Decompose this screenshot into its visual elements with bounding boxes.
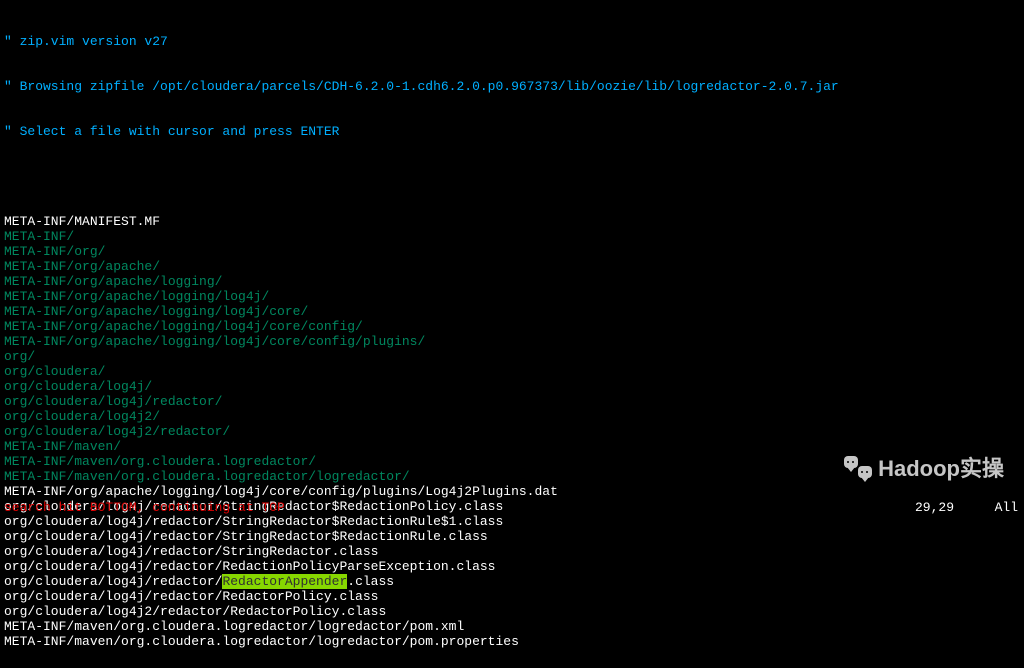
list-item[interactable]: org/cloudera/log4j/redactor/StringRedact…: [4, 529, 1020, 544]
list-item[interactable]: org/cloudera/log4j/redactor/RedactorPoli…: [4, 589, 1020, 604]
path-suffix: .class: [347, 574, 394, 589]
list-item[interactable]: META-INF/org/apache/: [4, 259, 1020, 274]
list-item[interactable]: META-INF/maven/: [4, 439, 1020, 454]
list-item[interactable]: META-INF/org/apache/logging/log4j/core/: [4, 304, 1020, 319]
list-item[interactable]: META-INF/org/apache/logging/log4j/: [4, 289, 1020, 304]
list-item[interactable]: org/cloudera/: [4, 364, 1020, 379]
list-item[interactable]: META-INF/org/: [4, 244, 1020, 259]
list-item[interactable]: org/cloudera/log4j/redactor/StringRedact…: [4, 514, 1020, 529]
path-prefix: org/cloudera/log4j/redactor/: [4, 574, 222, 589]
list-item[interactable]: org/cloudera/log4j2/: [4, 409, 1020, 424]
list-item[interactable]: META-INF/: [4, 229, 1020, 244]
list-item[interactable]: org/cloudera/log4j/redactor/: [4, 394, 1020, 409]
blank-line: [4, 169, 1020, 184]
file-listing[interactable]: META-INF/MANIFEST.MFMETA-INF/META-INF/or…: [4, 214, 1020, 649]
watermark-text: Hadoop实操: [878, 461, 1004, 476]
vim-scroll-indicator: All: [995, 500, 1018, 515]
list-item[interactable]: org/cloudera/log4j2/redactor/RedactorPol…: [4, 604, 1020, 619]
vim-status-message: search hit BOTTOM, continuing at TOP: [4, 500, 1020, 515]
search-match: RedactorAppender: [222, 574, 347, 589]
wechat-icon: [844, 456, 872, 480]
list-item[interactable]: org/cloudera/log4j2/redactor/: [4, 424, 1020, 439]
vim-header-line: " Select a file with cursor and press EN…: [4, 124, 1020, 139]
list-item[interactable]: org/cloudera/log4j/redactor/StringRedact…: [4, 544, 1020, 559]
list-item[interactable]: META-INF/org/apache/logging/log4j/core/c…: [4, 334, 1020, 349]
list-item[interactable]: META-INF/org/apache/logging/log4j/core/c…: [4, 484, 1020, 499]
list-item[interactable]: org/cloudera/log4j/redactor/RedactionPol…: [4, 559, 1020, 574]
vim-cursor-position: 29,29: [915, 500, 954, 515]
list-item[interactable]: META-INF/maven/org.cloudera.logredactor/…: [4, 634, 1020, 649]
list-item[interactable]: META-INF/maven/org.cloudera.logredactor/…: [4, 619, 1020, 634]
list-item[interactable]: META-INF/org/apache/logging/: [4, 274, 1020, 289]
list-item[interactable]: META-INF/org/apache/logging/log4j/core/c…: [4, 319, 1020, 334]
terminal-viewport[interactable]: " zip.vim version v27 " Browsing zipfile…: [0, 0, 1024, 668]
vim-header-line: " Browsing zipfile /opt/cloudera/parcels…: [4, 79, 1020, 94]
list-item[interactable]: org/cloudera/log4j/redactor/RedactorAppe…: [4, 574, 1020, 589]
vim-header-line: " zip.vim version v27: [4, 34, 1020, 49]
watermark: Hadoop实操: [844, 456, 1004, 480]
list-item[interactable]: META-INF/MANIFEST.MF: [4, 214, 1020, 229]
list-item[interactable]: org/: [4, 349, 1020, 364]
list-item[interactable]: org/cloudera/log4j/: [4, 379, 1020, 394]
